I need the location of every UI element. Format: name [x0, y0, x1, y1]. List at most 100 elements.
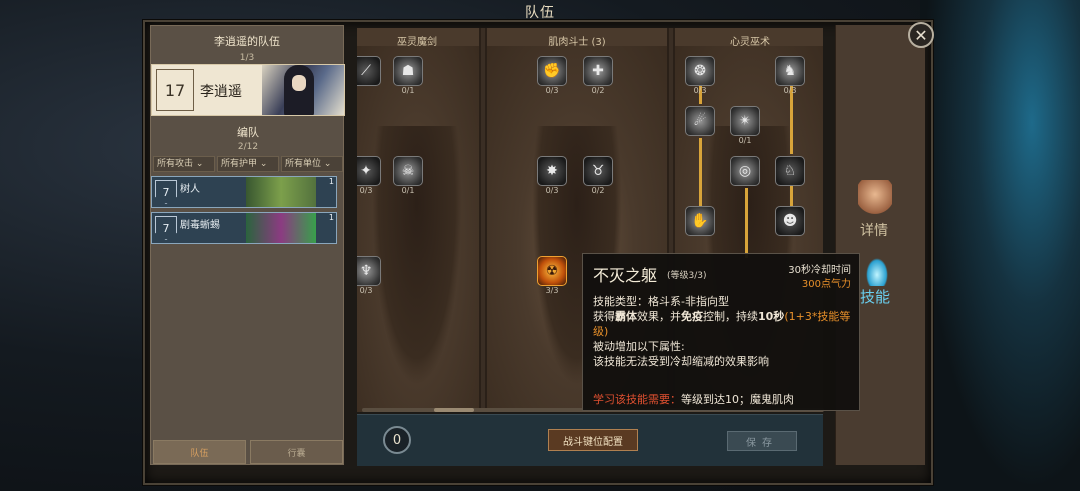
cross-skill-icon[interactable]: ✚: [583, 56, 613, 86]
tooltip-title: 不灭之躯: [593, 266, 658, 285]
effect-keyword: 免疫: [681, 310, 703, 323]
tooltip-requirement: 学习该技能需要：等级到达10；魔鬼肌肉: [593, 391, 794, 407]
hero-card[interactable]: 17 李逍遥: [151, 64, 345, 116]
hero-portrait: [262, 65, 344, 115]
skill-count: 0/2: [591, 186, 605, 195]
column-art: [357, 46, 479, 412]
slash-skill-icon[interactable]: ⟋: [357, 56, 381, 86]
skill-link: [699, 138, 702, 206]
tooltip-level: (等级3/3): [667, 271, 707, 281]
column-title: 心灵巫术: [730, 37, 770, 48]
skill-count: 0/3: [783, 86, 797, 95]
grin-skill-icon[interactable]: ☻: [775, 206, 805, 236]
hero-face: [292, 75, 306, 91]
star-skill-icon[interactable]: ✴: [730, 106, 760, 136]
roster-panel: 李逍遥的队伍 1/3 17 李逍遥 编队 2/12 所有攻击 ⌄ 所有护甲 ⌄ …: [150, 25, 345, 465]
skill-link: [790, 186, 793, 206]
requirement-value: 等级到达10；魔鬼肌肉: [681, 393, 794, 406]
skill-count: 0/1: [401, 86, 415, 95]
tooltip-cooldown: 30秒冷却时间: [788, 265, 851, 276]
filter-attack[interactable]: 所有攻击 ⌄: [153, 156, 215, 172]
tooltip-type: 技能类型：格斗系-非指向型: [593, 295, 729, 308]
vortex-skill-icon[interactable]: ◎: [730, 156, 760, 186]
squad-title: 编队: [237, 126, 259, 139]
skill-count: 0/3: [545, 86, 559, 95]
filter-unit[interactable]: 所有单位 ⌄: [281, 156, 343, 172]
skill-link: [745, 188, 748, 258]
skill-count: 0/1: [401, 186, 415, 195]
filter-armor-label: 所有护甲: [221, 159, 258, 169]
tab-team[interactable]: 队伍: [153, 440, 246, 464]
tooltip-passive: 被动增加以下属性:: [593, 340, 685, 353]
tooltip-note: 该技能无法受到冷却缩减的效果影响: [593, 355, 769, 368]
skill-points: 0: [383, 426, 411, 454]
requirement-label: 学习该技能需要：: [593, 393, 681, 406]
tooltip-cost: 300点气力: [801, 279, 851, 290]
roster-tabs: 队伍 行囊: [151, 440, 345, 464]
claw-skill-icon[interactable]: ✋: [685, 206, 715, 236]
skill-count: 0/3: [359, 186, 373, 195]
unit-card-poison-lizard[interactable]: 7 剧毒蜥蜴 1: [151, 212, 337, 244]
close-button[interactable]: ✕: [908, 22, 934, 48]
unit-level: 7: [155, 180, 177, 204]
save-button[interactable]: 保存: [727, 431, 797, 451]
unit-level: 7: [155, 216, 177, 240]
shadow-skill-icon[interactable]: ✦: [357, 156, 381, 186]
column-title: 巫灵魔剑: [397, 37, 437, 48]
immortal-body-skill-icon[interactable]: ☢: [537, 256, 567, 286]
tooltip-body: 技能类型：格斗系-非指向型 获得霸体效果，并免疫控制，持续10秒(1+3*技能等…: [593, 294, 851, 369]
effect-text: 控制，持续: [703, 310, 758, 323]
column-title: 肌肉斗士 (3): [548, 37, 606, 48]
window-title: 队伍: [525, 5, 555, 21]
unit-count: 1: [328, 177, 334, 186]
spirit-skill-icon[interactable]: ❂: [685, 56, 715, 86]
tooltip-effect: 获得霸体效果，并免疫控制，持续10秒(1+3*技能等级): [593, 309, 851, 339]
background-map-right: [920, 0, 1080, 491]
unit-name: 树人: [180, 184, 200, 195]
tab-details-label: 详情: [860, 223, 888, 239]
chevron-down-icon: ⌄: [323, 159, 332, 169]
game-screen: 队伍 李逍遥的队伍 1/3 17 李逍遥 编队 2/12 所有攻击 ⌄ 所有护甲…: [0, 0, 1080, 491]
squad-count: 2/12: [237, 142, 259, 152]
tab-skills-label: 技能: [860, 288, 891, 306]
flame-icon: [866, 258, 888, 286]
effect-text: 效果，并: [637, 310, 681, 323]
tab-details[interactable]: 详情: [852, 180, 902, 240]
mask-skill-icon[interactable]: ♆: [357, 256, 381, 286]
chevron-down-icon: ⌄: [195, 159, 204, 169]
skill-count: 0/3: [545, 186, 559, 195]
roster-count: 1/3: [239, 53, 255, 63]
chevron-down-icon: ⌄: [259, 159, 268, 169]
burst-skill-icon[interactable]: ✸: [537, 156, 567, 186]
filter-attack-label: 所有攻击: [157, 159, 194, 169]
unit-card-treant[interactable]: 7 树人 1: [151, 176, 337, 208]
skill-count: 0/3: [693, 86, 707, 95]
wolf-skill-icon[interactable]: ♘: [775, 156, 805, 186]
scrollbar-thumb[interactable]: [434, 408, 474, 412]
filter-unit-label: 所有单位: [285, 159, 322, 169]
tab-bag[interactable]: 行囊: [250, 440, 343, 464]
effect-keyword: 霸体: [615, 310, 637, 323]
bicep-icon: [858, 180, 892, 216]
helmet-skill-icon[interactable]: ☗: [393, 56, 423, 86]
unit-name: 剧毒蜥蜴: [180, 220, 220, 231]
effect-duration: 10秒: [758, 310, 785, 323]
combat-keys-button[interactable]: 战斗键位配置: [548, 429, 638, 451]
skill-count: 3/3: [545, 286, 559, 295]
unit-art: [246, 177, 316, 207]
demon-skill-icon[interactable]: ♞: [775, 56, 805, 86]
unit-filters: 所有攻击 ⌄ 所有护甲 ⌄ 所有单位 ⌄: [153, 156, 343, 172]
unit-art: [246, 213, 316, 243]
beast-skill-icon[interactable]: ♉: [583, 156, 613, 186]
skill-link: [790, 86, 793, 154]
roster-title: 李逍遥的队伍: [214, 35, 280, 48]
skill-count: 0/1: [738, 136, 752, 145]
fist-skill-icon[interactable]: ✊: [537, 56, 567, 86]
skull-skill-icon[interactable]: ☠: [393, 156, 423, 186]
skill-count: 0/2: [591, 86, 605, 95]
hero-name: 李逍遥: [200, 84, 242, 100]
filter-armor[interactable]: 所有护甲 ⌄: [217, 156, 279, 172]
skill-tooltip: 不灭之躯 (等级3/3) 30秒冷却时间 300点气力 技能类型：格斗系-非指向…: [582, 253, 860, 411]
comet-skill-icon[interactable]: ☄: [685, 106, 715, 136]
close-icon: ✕: [914, 25, 928, 45]
